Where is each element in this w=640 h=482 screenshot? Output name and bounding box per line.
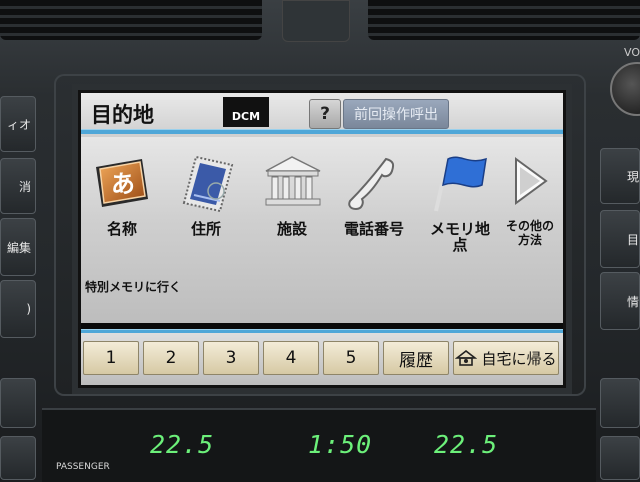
side-button-lower-right[interactable] [600,378,640,428]
side-button-info[interactable]: 情 [600,272,640,330]
side-button-other[interactable]: ) [0,280,36,338]
side-button-edit[interactable]: 編集 [0,218,36,276]
memory-bar: 1 2 3 4 5 履歴 自宅に帰る [81,333,563,385]
go-home-button[interactable]: 自宅に帰る [453,341,559,375]
building-icon [265,156,321,206]
climate-display: 22.5 1:50 22.5 PASSENGER [42,408,596,482]
recall-previous-button[interactable]: 前回操作呼出 [343,99,449,129]
menu-item-other-methods[interactable]: その他の 方法 [499,151,561,281]
page-title: 目的地 [91,103,154,127]
menu-item-label: 名称 [106,220,137,238]
help-button[interactable]: ? [309,99,341,129]
menu-item-facility[interactable]: 施設 [257,151,327,281]
navigation-screen: 目的地 DCM ? 前回操作呼出 あ 名称 住所 施設 電話番号 メモリ地点 そ… [78,90,566,388]
hazard-switch[interactable] [282,0,350,42]
side-button-bottom-right[interactable] [600,436,640,480]
phone-icon [348,157,395,211]
volume-knob[interactable] [610,62,640,116]
menu-item-label: 住所 [190,220,221,238]
clock: 1:50 [308,430,373,459]
home-icon [455,349,478,366]
menu-item-label: メモリ地点 [429,220,490,254]
menu-item-phone[interactable]: 電話番号 [339,151,409,281]
menu-item-label: 電話番号 [343,220,404,238]
memory-button-4[interactable]: 4 [263,341,319,375]
air-vent-left [0,0,262,40]
go-home-label: 自宅に帰る [481,349,557,368]
side-button-delete[interactable]: 消 [0,158,36,214]
title-divider [81,129,563,134]
flag-icon [434,156,487,212]
side-button-bottom-left[interactable] [0,436,36,480]
dcm-indicator: DCM [223,97,269,127]
memory-button-1[interactable]: 1 [83,341,139,375]
memory-button-5[interactable]: 5 [323,341,379,375]
dashboard-bezel: ィオ 消 編集 ) VO 現 目 情 目的地 DCM ? 前回操作呼出 あ 名称… [0,0,640,482]
special-memory-label: 特別メモリに行く [85,280,182,294]
kana-glyph: あ [111,170,135,198]
right-temperature: 22.5 [434,430,499,459]
menu-item-label: その他の 方法 [505,219,554,247]
title-bar: 目的地 DCM ? 前回操作呼出 [81,93,563,137]
kana-a-icon: あ [96,159,148,207]
menu-item-name[interactable]: あ 名称 [87,151,157,281]
destination-menu: あ 名称 住所 施設 電話番号 メモリ地点 その他の 方法 [81,137,563,323]
side-button-destination[interactable]: 目 [600,210,640,268]
air-vent-right [368,0,640,40]
menu-item-memory-point[interactable]: メモリ地点 [425,151,495,281]
side-button-audio[interactable]: ィオ [0,96,36,152]
left-temperature: 22.5 [150,430,215,459]
side-button-current[interactable]: 現 [600,148,640,204]
play-triangle-icon [515,157,548,205]
memory-button-3[interactable]: 3 [203,341,259,375]
menu-item-address[interactable]: 住所 [171,151,241,281]
volume-label: VO [624,46,640,59]
menu-item-label: 施設 [276,220,307,238]
memory-button-2[interactable]: 2 [143,341,199,375]
stamp-icon [182,155,234,213]
side-button-lower-left[interactable] [0,378,36,428]
passenger-label: PASSENGER [56,462,110,472]
history-button[interactable]: 履歴 [383,341,449,375]
